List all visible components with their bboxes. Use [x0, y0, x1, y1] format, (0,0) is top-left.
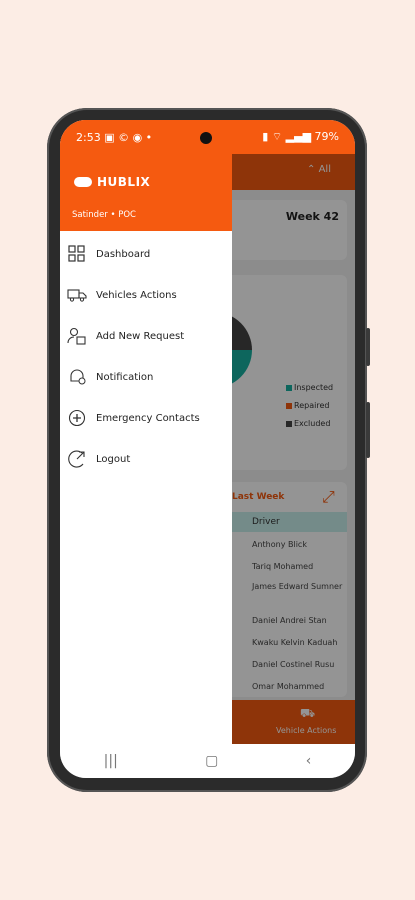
logo-mark-icon	[74, 177, 92, 187]
battery-level: ▮ ⌔ ▂▄▆ 79%	[262, 130, 339, 143]
truck-icon	[66, 284, 88, 306]
back-button[interactable]: ‹	[306, 753, 312, 769]
menu-item-vehicles-actions[interactable]: Vehicles Actions	[60, 279, 232, 311]
power-button	[366, 402, 370, 458]
dashboard-icon	[66, 243, 88, 265]
menu-item-dashboard[interactable]: Dashboard	[60, 238, 232, 270]
camera-hole	[200, 132, 212, 144]
add-request-icon	[66, 325, 88, 347]
user-name: Satinder • POC	[72, 210, 136, 220]
screen: ⌃ All Week 42 Inspected Repaired Exclude…	[60, 120, 355, 778]
notification-icon	[66, 366, 88, 388]
menu-item-logout[interactable]: Logout	[60, 443, 232, 475]
hublix-logo: HUBLIX	[74, 175, 150, 189]
recents-button[interactable]: |||	[104, 753, 118, 769]
emergency-icon	[66, 407, 88, 429]
system-nav-bar: ||| ▢ ‹	[60, 744, 355, 778]
status-icons: ▣ © ◉ •	[104, 130, 153, 144]
menu-item-emergency-contacts[interactable]: Emergency Contacts	[60, 402, 232, 434]
status-time: 2:53	[76, 130, 101, 144]
navigation-drawer: HUBLIX Satinder • POC Dashboard Vehicles…	[60, 120, 232, 744]
menu-item-notification[interactable]: Notification	[60, 361, 232, 393]
logout-icon	[66, 448, 88, 470]
menu-item-add-new-request[interactable]: Add New Request	[60, 320, 232, 352]
home-button[interactable]: ▢	[205, 753, 218, 769]
volume-button	[366, 328, 370, 366]
